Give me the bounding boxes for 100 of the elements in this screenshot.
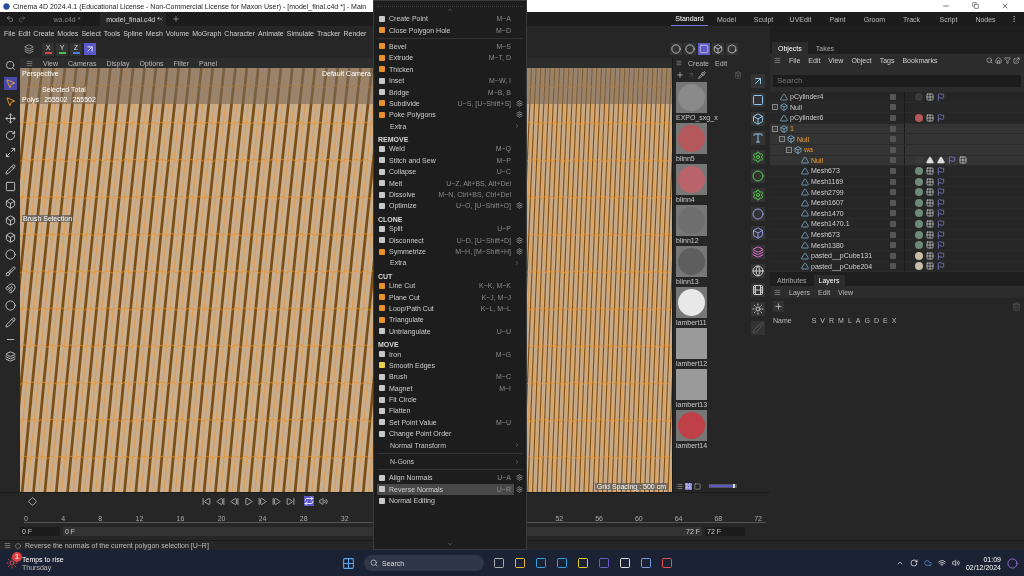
flag-tag-icon[interactable] <box>937 177 945 186</box>
search-field[interactable]: Search <box>773 75 1021 87</box>
select-tool-icon[interactable] <box>3 77 17 90</box>
collapse-icon[interactable] <box>786 146 792 153</box>
checker-tag-icon[interactable] <box>959 156 967 165</box>
sound-icon[interactable] <box>319 496 328 506</box>
settings-icon[interactable] <box>516 99 523 107</box>
menu-icon[interactable] <box>774 288 781 296</box>
circle-icon[interactable] <box>750 207 765 221</box>
checker-tag-icon[interactable] <box>926 177 934 186</box>
status-icon[interactable] <box>15 542 21 549</box>
settings-icon[interactable] <box>516 248 523 255</box>
checker-tag-icon[interactable] <box>926 230 934 239</box>
tray-expand-icon[interactable] <box>895 559 904 567</box>
play-icon[interactable] <box>244 496 253 506</box>
flag-tag-icon[interactable] <box>937 230 945 239</box>
scale-icon[interactable] <box>4 147 16 158</box>
circle-icon[interactable] <box>4 300 16 311</box>
filter-icon[interactable] <box>1004 56 1011 64</box>
film-icon[interactable] <box>750 283 765 297</box>
menu-icon[interactable] <box>774 56 781 64</box>
wifi-icon[interactable] <box>937 559 946 567</box>
flag-tag-icon[interactable] <box>937 241 945 250</box>
layers-icon[interactable] <box>750 245 765 259</box>
menu-icon[interactable] <box>4 542 11 549</box>
flag-tag-icon[interactable] <box>937 114 945 122</box>
layers-icon[interactable] <box>4 351 16 362</box>
triangle-tag-icon[interactable] <box>937 156 945 165</box>
step-forward-icon[interactable] <box>258 496 267 506</box>
spline-icon[interactable] <box>750 74 765 88</box>
external-link-icon[interactable] <box>1013 56 1020 64</box>
checker-tag-icon[interactable] <box>926 219 934 228</box>
checker-tag-icon[interactable] <box>926 209 934 218</box>
cube-icon[interactable] <box>750 112 765 126</box>
checker-tag-icon[interactable] <box>926 251 934 260</box>
slider-handle[interactable] <box>732 484 735 488</box>
material-tag-icon[interactable] <box>915 209 923 218</box>
search-icon[interactable] <box>986 56 993 64</box>
checker-tag-icon[interactable] <box>926 166 934 175</box>
edge-mode-icon[interactable] <box>684 43 696 55</box>
collapse-icon[interactable] <box>779 136 785 143</box>
pen-icon[interactable] <box>4 317 16 328</box>
restore-icon[interactable] <box>972 2 979 9</box>
magnet-icon[interactable] <box>4 283 16 294</box>
settings-icon[interactable] <box>516 111 523 119</box>
gear-icon[interactable] <box>750 150 765 164</box>
layers-icon[interactable] <box>24 44 34 54</box>
flag-tag-icon[interactable] <box>937 251 945 260</box>
flag-tag-icon[interactable] <box>937 92 945 101</box>
skip-back-icon[interactable] <box>202 496 211 506</box>
cube-icon[interactable] <box>750 226 765 240</box>
expand-icon[interactable] <box>772 104 778 111</box>
eyedropper-icon[interactable] <box>698 71 706 79</box>
checker-tag-icon[interactable] <box>926 198 934 207</box>
flag-tag-icon[interactable] <box>937 209 945 218</box>
circle-icon[interactable] <box>750 169 765 183</box>
checker-tag-icon[interactable] <box>926 92 934 101</box>
home-icon[interactable] <box>995 56 1002 64</box>
gear-icon[interactable] <box>750 188 765 202</box>
pen-icon[interactable] <box>4 164 16 175</box>
flag-tag-icon[interactable] <box>937 219 945 228</box>
volume-icon[interactable] <box>951 559 960 567</box>
square-icon[interactable] <box>4 181 16 192</box>
triangle-tag-icon[interactable] <box>926 156 934 165</box>
cube-icon[interactable] <box>4 198 16 209</box>
cube-icon[interactable] <box>4 215 16 226</box>
more-icon[interactable] <box>1010 15 1018 23</box>
material-tag-icon[interactable] <box>915 262 923 271</box>
undo-icon[interactable] <box>6 15 14 23</box>
add-icon[interactable] <box>676 71 684 79</box>
start-menu-icon[interactable] <box>342 556 355 570</box>
checker-tag-icon[interactable] <box>926 262 934 271</box>
settings-icon[interactable] <box>516 485 523 493</box>
sun-icon[interactable] <box>750 302 765 316</box>
checker-tag-icon[interactable] <box>926 114 934 122</box>
material-tag-icon[interactable] <box>915 241 923 250</box>
skip-forward-icon[interactable] <box>286 496 295 506</box>
square-icon[interactable] <box>750 93 765 107</box>
material-tag-icon[interactable] <box>915 219 923 228</box>
flag-tag-icon[interactable] <box>937 198 945 207</box>
model-mode-icon[interactable] <box>712 43 724 55</box>
grid-view-icon[interactable] <box>685 482 692 490</box>
move-icon[interactable] <box>4 113 16 124</box>
settings-icon[interactable] <box>516 202 523 210</box>
zoom-slider[interactable] <box>709 484 737 488</box>
step-back-icon[interactable] <box>216 496 225 506</box>
flag-tag-icon[interactable] <box>937 262 945 271</box>
empty-material-thumbnail[interactable] <box>676 369 707 400</box>
keyframe-icon[interactable] <box>28 496 37 506</box>
checker-tag-icon[interactable] <box>926 241 934 250</box>
settings-icon[interactable] <box>516 236 523 244</box>
search-icon[interactable] <box>4 60 16 71</box>
brush-icon[interactable] <box>4 266 16 277</box>
close-tab-icon[interactable] <box>158 16 164 22</box>
new-tab-icon[interactable] <box>172 15 180 23</box>
flag-tag-icon[interactable] <box>937 188 945 197</box>
material-tag-icon[interactable] <box>915 177 923 186</box>
step-back-icon[interactable] <box>230 496 239 506</box>
cursor-icon[interactable] <box>4 96 16 107</box>
world-coordinates-icon[interactable] <box>84 43 96 55</box>
